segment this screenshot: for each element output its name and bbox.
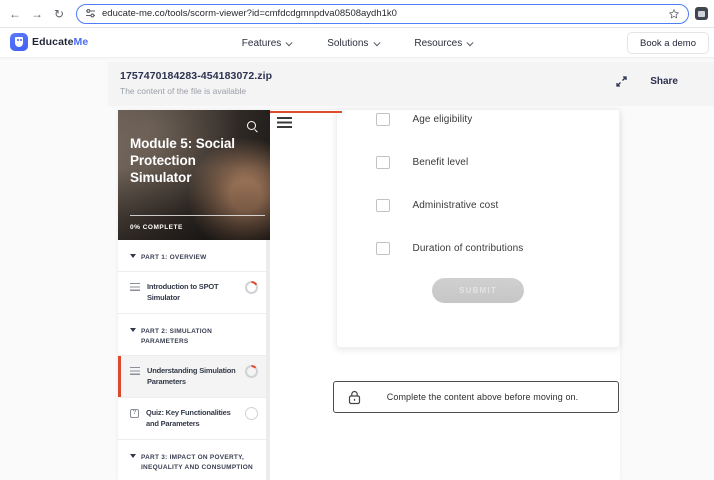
extension-icon[interactable] (695, 7, 708, 20)
quiz-card: Age eligibility Benefit level Administra… (336, 110, 620, 348)
screen: ← → ↻ educate-me.co/tools/scorm-viewer?i… (0, 0, 714, 480)
forward-icon[interactable]: → (28, 5, 46, 23)
sidebar-item[interactable]: ? Quiz: Key Functionalities and Paramete… (118, 398, 266, 440)
brand-name: EducateMe (32, 36, 89, 48)
progress-track (130, 215, 265, 216)
checkbox[interactable] (376, 198, 390, 213)
option-label: Age eligibility (412, 114, 473, 125)
share-button[interactable]: Share (650, 76, 678, 87)
reload-icon[interactable]: ↻ (50, 5, 68, 23)
text-lesson-icon (130, 282, 140, 291)
progress-ring (245, 280, 258, 294)
lock-icon (348, 390, 361, 404)
lock-message: Complete the content above before moving… (386, 392, 579, 402)
file-meta: 1757470184283-454183072.zip The content … (120, 70, 272, 96)
progress-ring (245, 364, 258, 378)
quiz-option-row[interactable]: Duration of contributions (337, 227, 619, 270)
quiz-option-row[interactable]: Benefit level (337, 141, 619, 184)
submit-button[interactable]: SUBMIT (432, 278, 524, 303)
nav-link-solutions[interactable]: Solutions (327, 38, 381, 49)
site-navbar: EducateMe Features Solutions Resources B… (0, 28, 714, 58)
quiz-option-row[interactable]: Age eligibility (337, 98, 619, 141)
caret-down-icon (130, 254, 136, 258)
section-label: PART 1: OVERVIEW (141, 254, 207, 261)
caret-down-icon (130, 328, 136, 332)
course-outline: PART 1: OVERVIEW Introduction to SPOT Si… (118, 240, 266, 480)
chevron-down-icon (285, 38, 294, 46)
text-lesson-icon (130, 366, 140, 375)
item-label: Quiz: Key Functionalities and Parameters (146, 407, 231, 429)
quiz-options: Age eligibility Benefit level Administra… (337, 98, 619, 270)
checkbox[interactable] (376, 241, 390, 256)
book-demo-button[interactable]: Book a demo (627, 32, 709, 54)
course-sidebar: Module 5: Social Protection Simulator 0%… (118, 110, 270, 480)
chevron-down-icon (466, 38, 474, 46)
checkbox[interactable] (376, 155, 390, 170)
sidebar-item[interactable]: Introduction to SPOT Simulator (118, 272, 266, 314)
sidebar-item[interactable]: Understanding Simulation Parameters (118, 355, 266, 398)
section-label: PART 2: SIMULATION PARAMETERS (141, 328, 213, 345)
quiz-option-row[interactable]: Administrative cost (337, 184, 619, 227)
sidebar-section-header[interactable]: PART 2: SIMULATION PARAMETERS (118, 314, 266, 356)
checkbox[interactable] (376, 112, 390, 127)
address-bar[interactable]: educate-me.co/tools/scorm-viewer?id=cmfd… (76, 3, 689, 24)
module-progress-label: 0% COMPLETE (130, 224, 183, 231)
item-label: Understanding Simulation Parameters (147, 365, 236, 387)
option-label: Administrative cost (412, 200, 499, 211)
file-actions: Share (615, 75, 678, 88)
module-hero-image: Module 5: Social Protection Simulator 0%… (118, 110, 270, 240)
sidebar-section-header[interactable]: PART 3: IMPACT ON POVERTY, INEQUALITY AN… (118, 440, 266, 480)
option-label: Benefit level (412, 157, 469, 168)
back-icon[interactable]: ← (6, 5, 24, 23)
file-title: 1757470184283-454183072.zip (120, 70, 273, 82)
menu-icon[interactable] (277, 117, 292, 128)
expand-icon[interactable] (615, 75, 628, 88)
site-settings-icon[interactable] (85, 8, 96, 19)
bookmark-star-icon[interactable] (668, 8, 680, 20)
sidebar-section-header[interactable]: PART 1: OVERVIEW (118, 240, 266, 272)
progress-ring (245, 406, 258, 420)
section-label: PART 3: IMPACT ON POVERTY, INEQUALITY AN… (141, 454, 253, 471)
lesson-content: Age eligibility Benefit level Administra… (270, 110, 620, 480)
browser-chrome: ← → ↻ educate-me.co/tools/scorm-viewer?i… (0, 0, 714, 28)
scorm-viewer: Module 5: Social Protection Simulator 0%… (118, 110, 620, 480)
quiz-icon: ? (130, 408, 139, 418)
loading-progress-bar (270, 111, 342, 114)
nav-links: Features Solutions Resources (242, 28, 474, 58)
module-title: Module 5: Social Protection Simulator (130, 136, 235, 185)
educateme-owl-icon (10, 33, 28, 51)
option-label: Duration of contributions (412, 243, 524, 254)
lock-notice: Complete the content above before moving… (333, 381, 619, 413)
nav-link-features[interactable]: Features (242, 38, 294, 49)
nav-link-resources[interactable]: Resources (414, 38, 474, 49)
chevron-down-icon (373, 38, 381, 46)
caret-down-icon (130, 454, 136, 458)
item-label: Introduction to SPOT Simulator (147, 281, 219, 303)
search-icon[interactable] (247, 121, 258, 132)
url-text[interactable]: educate-me.co/tools/scorm-viewer?id=cmfd… (102, 8, 668, 19)
brand-logo[interactable]: EducateMe (10, 33, 88, 51)
file-subtitle: The content of the file is available (120, 86, 247, 96)
